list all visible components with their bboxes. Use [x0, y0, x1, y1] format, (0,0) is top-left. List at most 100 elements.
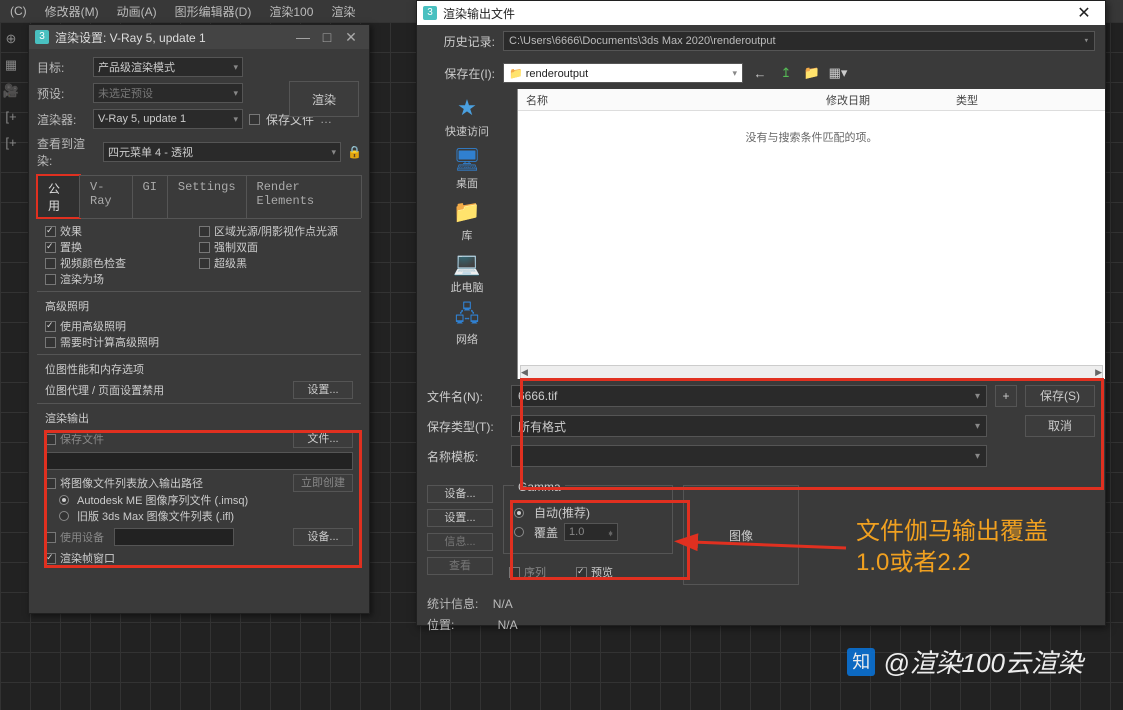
gamma-group: Gamma 自动(推荐) 覆盖 1.0	[503, 485, 673, 554]
hscrollbar[interactable]: ◀▶	[520, 365, 1103, 379]
view-button[interactable]: 查看	[427, 557, 493, 575]
menu-item[interactable]: 渲染100	[269, 3, 313, 20]
menu-item[interactable]: (C)	[10, 4, 27, 18]
lock-icon[interactable]: 🔒	[347, 145, 361, 159]
rs-scroll[interactable]: 效果 置换 视频颜色检查 渲染为场 区域光源/阴影视作点光源 强制双面 超级黑 …	[37, 219, 361, 619]
tool-icon[interactable]: ▦	[2, 56, 20, 74]
radio-ifl[interactable]	[59, 511, 69, 521]
cancel-button[interactable]: 取消	[1025, 415, 1095, 437]
gamma-header: Gamma	[514, 480, 565, 494]
zhihu-icon: 知	[847, 648, 875, 676]
create-now-button[interactable]: 立即创建	[293, 474, 353, 492]
history-combo[interactable]: C:\Users\6666\Documents\3ds Max 2020\ren…	[503, 31, 1095, 51]
ck-displace[interactable]	[45, 242, 56, 253]
savein-combo[interactable]: 📁 renderoutput	[503, 63, 743, 83]
rs-tabs: 公用 V-Ray GI Settings Render Elements	[37, 175, 361, 219]
close-button[interactable]: ✕	[1069, 3, 1099, 23]
radio-gamma-override[interactable]	[514, 527, 524, 537]
ck-preview[interactable]	[576, 567, 587, 578]
place-net[interactable]: 🖧网络	[451, 301, 483, 349]
back-icon[interactable]: ←	[751, 64, 769, 82]
menu-item[interactable]: 渲染	[331, 3, 355, 20]
template-combo[interactable]	[511, 445, 987, 467]
ck-area[interactable]	[199, 226, 210, 237]
tab-render-elements[interactable]: Render Elements	[246, 175, 362, 218]
filename-label: 文件名(N):	[427, 388, 503, 405]
filename-field[interactable]: 6666.tif	[511, 385, 987, 407]
ck-2side[interactable]	[199, 242, 210, 253]
ck-seq[interactable]	[45, 478, 56, 489]
gamma-value-spinner[interactable]: 1.0	[564, 523, 618, 541]
rs-titlebar[interactable]: 3 渲染设置: V-Ray 5, update 1 — □ ✕	[29, 25, 369, 49]
tab-settings[interactable]: Settings	[167, 175, 247, 218]
ck-save-file[interactable]	[45, 434, 56, 445]
renderer-select[interactable]: V-Ray 5, update 1	[93, 109, 243, 129]
file-list[interactable]: 名称 修改日期 类型 没有与搜索条件匹配的项。 ◀▶	[517, 89, 1105, 379]
ck-calc-adv[interactable]	[45, 337, 56, 348]
output-hdr: 渲染输出	[45, 410, 353, 426]
bitmap-setup-button[interactable]: 设置...	[293, 381, 353, 399]
left-toolbar: ⊕ ▦ 🎥 [+ [+	[2, 30, 22, 152]
close-button[interactable]: ✕	[339, 29, 363, 46]
up-icon[interactable]: ↥	[777, 64, 795, 82]
place-pc[interactable]: 💻此电脑	[451, 249, 484, 297]
filetype-label: 保存类型(T):	[427, 418, 503, 435]
empty-message: 没有与搜索条件匹配的项。	[518, 129, 1105, 145]
ck-framewin[interactable]	[45, 553, 56, 564]
annotation-arrow	[686, 530, 856, 560]
preset-select[interactable]: 未选定预设	[93, 83, 243, 103]
savein-label: 保存在(I):	[427, 65, 495, 82]
minimize-button[interactable]: —	[291, 29, 315, 45]
menu-item[interactable]: 修改器(M)	[45, 3, 99, 20]
bitmap-hdr: 位图性能和内存选项	[45, 361, 353, 377]
setup-button[interactable]: 设置...	[427, 509, 493, 527]
device-button[interactable]: 设备...	[293, 528, 353, 546]
tab-gi[interactable]: GI	[132, 175, 168, 218]
target-select[interactable]: 产品级渲染模式	[93, 57, 243, 77]
col-type[interactable]: 类型	[956, 92, 978, 108]
tool-icon[interactable]: 🎥	[2, 82, 20, 100]
annotation-text: 文件伽马输出覆盖1.0或者2.2	[856, 516, 1048, 578]
list-header[interactable]: 名称 修改日期 类型	[518, 89, 1105, 111]
output-path-field[interactable]	[45, 452, 353, 470]
ck-field[interactable]	[45, 274, 56, 285]
file-button[interactable]: 文件...	[293, 430, 353, 448]
adv-lighting-hdr: 高级照明	[45, 298, 353, 314]
ck-sblack[interactable]	[199, 258, 210, 269]
tab-vray[interactable]: V-Ray	[79, 175, 133, 218]
save-button[interactable]: 保存(S)	[1025, 385, 1095, 407]
place-quick[interactable]: ★快速访问	[445, 93, 489, 141]
maximize-button[interactable]: □	[315, 29, 339, 45]
col-name[interactable]: 名称	[526, 92, 826, 108]
fd-titlebar[interactable]: 3 渲染输出文件 ✕	[417, 1, 1105, 25]
stats-value: N/A	[493, 597, 513, 611]
tab-common[interactable]: 公用	[37, 175, 80, 218]
menu-item[interactable]: 图形编辑器(D)	[175, 3, 252, 20]
radio-imsq[interactable]	[59, 495, 69, 505]
ck-use-device[interactable]	[45, 532, 56, 543]
info-button[interactable]: 信息...	[427, 533, 493, 551]
save-file-checkbox[interactable]	[249, 114, 260, 125]
device-button[interactable]: 设备...	[427, 485, 493, 503]
watermark: 知 @渲染100云渲染	[847, 643, 1083, 680]
menu-item[interactable]: 动画(A)	[117, 3, 157, 20]
plus-button[interactable]: +	[995, 385, 1017, 407]
col-date[interactable]: 修改日期	[826, 92, 956, 108]
ck-sequence[interactable]	[509, 567, 520, 578]
place-desktop[interactable]: 🖥桌面	[451, 145, 483, 193]
ck-video[interactable]	[45, 258, 56, 269]
render-button[interactable]: 渲染	[289, 81, 359, 117]
filetype-combo[interactable]: 所有格式	[511, 415, 987, 437]
viewmode-icon[interactable]: ▦▾	[829, 64, 847, 82]
newfolder-icon[interactable]: 📁	[803, 64, 821, 82]
device-field[interactable]	[114, 528, 234, 546]
tool-icon[interactable]: ⊕	[2, 30, 20, 48]
ck-effects[interactable]	[45, 226, 56, 237]
radio-gamma-auto[interactable]	[514, 508, 524, 518]
network-icon: 🖧	[451, 303, 483, 329]
ck-use-adv[interactable]	[45, 321, 56, 332]
view-select[interactable]: 四元菜单 4 - 透视	[103, 142, 341, 162]
tool-icon[interactable]: [+	[2, 134, 20, 152]
place-libs[interactable]: 📁库	[451, 197, 483, 245]
tool-icon[interactable]: [+	[2, 108, 20, 126]
